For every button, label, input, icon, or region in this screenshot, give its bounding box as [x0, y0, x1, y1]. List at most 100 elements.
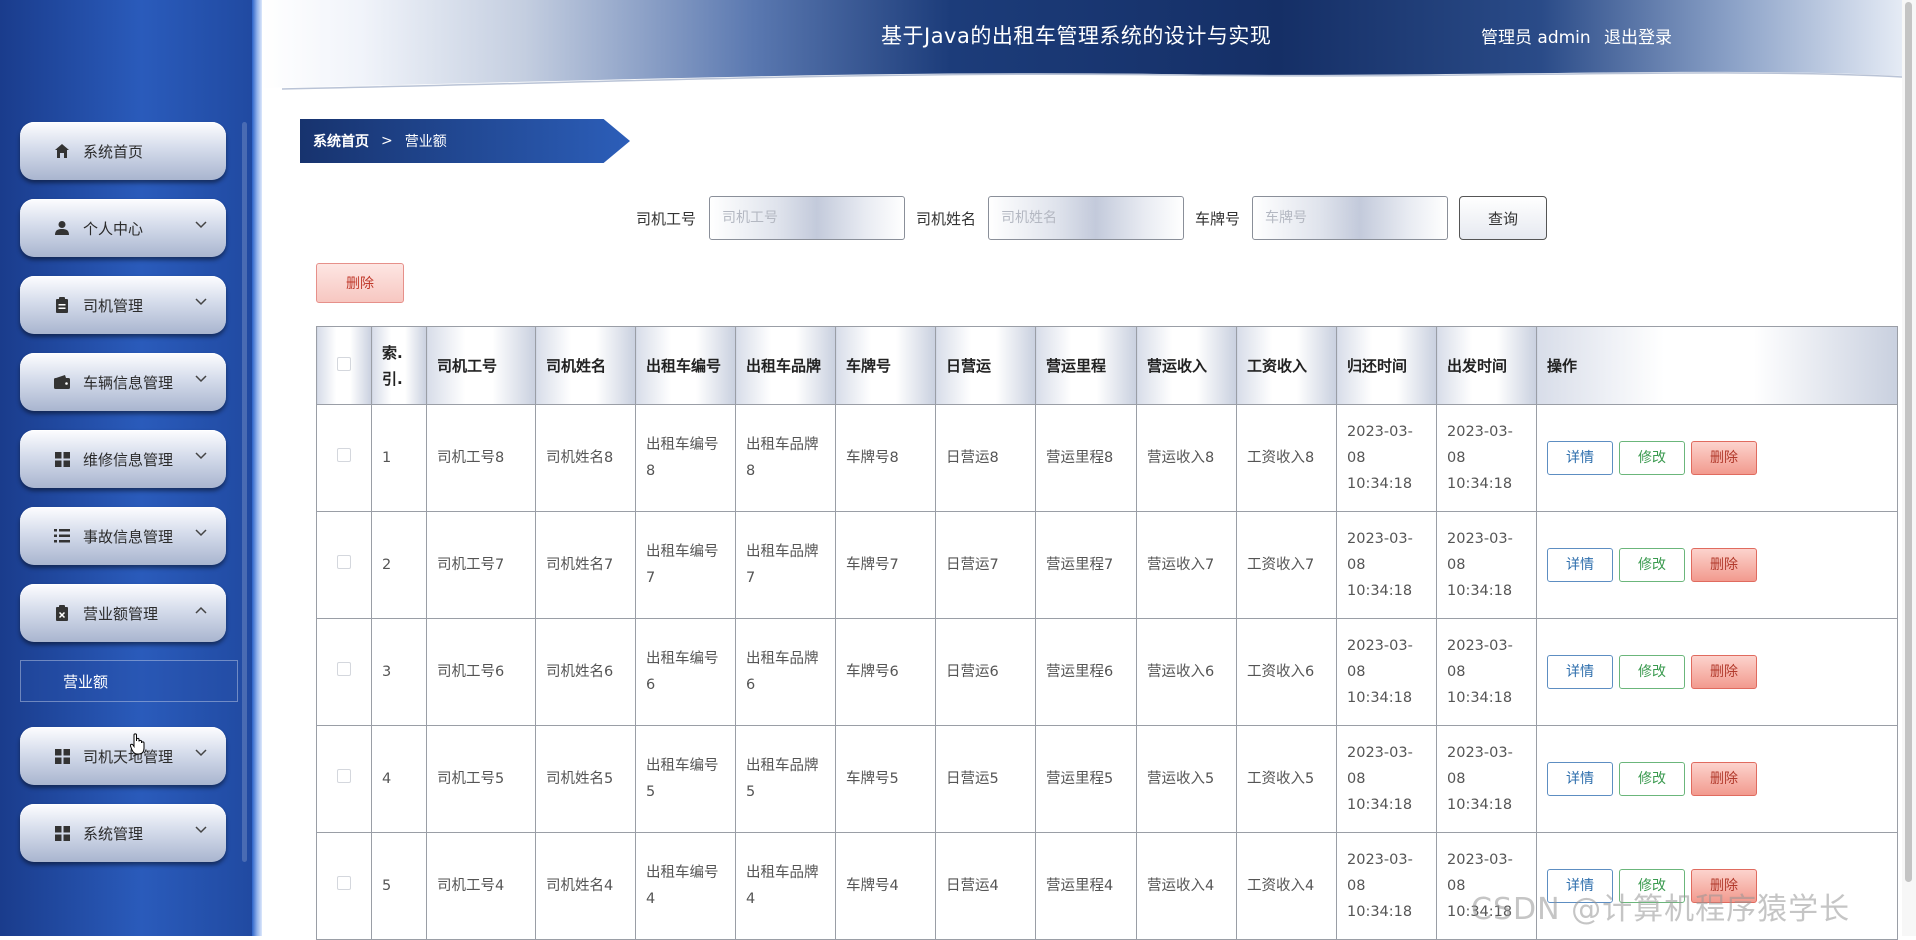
column-header: 出租车品牌 [735, 326, 836, 405]
row-select-cell[interactable] [316, 832, 372, 940]
delete-button[interactable]: 删除 [1691, 548, 1757, 582]
sidebar-item-label: 系统首页 [83, 142, 144, 161]
row-checkbox[interactable] [337, 448, 351, 462]
scrollbar-thumb[interactable] [1905, 2, 1912, 882]
table-cell: 4 [371, 725, 427, 833]
breadcrumb-home[interactable]: 系统首页 [313, 131, 369, 151]
table-cell: 出租车品牌5 [735, 725, 836, 833]
delete-button[interactable]: 删除 [1691, 869, 1757, 903]
row-checkbox[interactable] [337, 876, 351, 890]
sidebar-item-accident-management[interactable]: 事故信息管理 [20, 507, 226, 565]
row-checkbox[interactable] [337, 769, 351, 783]
sidebar-item-personal-center[interactable]: 个人中心 [20, 199, 226, 257]
column-header: 索.引. [371, 326, 427, 405]
table-cell: 日营运6 [935, 618, 1036, 726]
table-cell: 车牌号8 [835, 404, 936, 512]
edit-button[interactable]: 修改 [1619, 441, 1685, 475]
page-scrollbar[interactable] [1902, 0, 1916, 936]
logout-link[interactable]: 退出登录 [1604, 23, 1672, 48]
table-cell: 2023-03-08 10:34:18 [1336, 725, 1437, 833]
table-cell: 车牌号6 [835, 618, 936, 726]
sidebar-item-revenue-management[interactable]: 营业额管理 [20, 584, 226, 642]
row-checkbox[interactable] [337, 662, 351, 676]
column-header: 操作 [1536, 326, 1898, 405]
driver-name-label: 司机姓名 [916, 210, 977, 228]
detail-button[interactable]: 详情 [1547, 441, 1613, 475]
sidebar-item-driver-forum-management[interactable]: 司机天地管理 [20, 727, 226, 785]
column-header: 出租车编号 [635, 326, 736, 405]
grid-icon [53, 450, 71, 468]
column-header: 司机工号 [426, 326, 536, 405]
table-cell: 司机姓名5 [535, 725, 636, 833]
select-all-header[interactable] [316, 326, 372, 405]
table-cell: 出租车品牌4 [735, 832, 836, 940]
sidebar-scrollbar[interactable] [242, 122, 247, 862]
driver-id-input[interactable] [709, 196, 905, 240]
edit-button[interactable]: 修改 [1619, 762, 1685, 796]
table-cell: 日营运5 [935, 725, 1036, 833]
table-cell: 出租车编号8 [635, 404, 736, 512]
clipboard-x-icon [53, 604, 71, 622]
breadcrumb: 系统首页 > 营业额 [300, 119, 630, 163]
row-select-cell[interactable] [316, 404, 372, 512]
column-header: 车牌号 [835, 326, 936, 405]
row-actions: 详情 修改 删除 [1536, 832, 1898, 940]
plate-label: 车牌号 [1195, 210, 1241, 228]
table-cell: 工资收入8 [1236, 404, 1337, 512]
table-cell: 2023-03-08 10:34:18 [1336, 832, 1437, 940]
detail-button[interactable]: 详情 [1547, 869, 1613, 903]
sidebar-item-maintenance-management[interactable]: 维修信息管理 [20, 430, 226, 488]
table-cell: 司机姓名8 [535, 404, 636, 512]
detail-button[interactable]: 详情 [1547, 655, 1613, 689]
driver-name-input[interactable] [988, 196, 1184, 240]
detail-button[interactable]: 详情 [1547, 548, 1613, 582]
delete-button[interactable]: 删除 [1691, 762, 1757, 796]
table-cell: 出租车品牌8 [735, 404, 836, 512]
sidebar-item-home[interactable]: 系统首页 [20, 122, 226, 180]
select-all-checkbox[interactable] [337, 356, 351, 371]
table-cell: 司机工号8 [426, 404, 536, 512]
home-icon [53, 142, 71, 160]
table-cell: 司机姓名7 [535, 511, 636, 619]
row-select-cell[interactable] [316, 511, 372, 619]
column-header: 归还时间 [1336, 326, 1437, 405]
grid-icon [53, 824, 71, 842]
sidebar-subitem-revenue[interactable]: 营业额 [20, 660, 238, 702]
batch-delete-button[interactable]: 删除 [316, 263, 404, 303]
table-cell: 3 [371, 618, 427, 726]
detail-button[interactable]: 详情 [1547, 762, 1613, 796]
table-cell: 营运里程6 [1035, 618, 1137, 726]
delete-button[interactable]: 删除 [1691, 441, 1757, 475]
table-cell: 2023-03-08 10:34:18 [1436, 404, 1537, 512]
query-button[interactable]: 查询 [1459, 196, 1547, 240]
grid-icon [53, 747, 71, 765]
sidebar-item-system-management[interactable]: 系统管理 [20, 804, 226, 862]
table-cell: 出租车编号6 [635, 618, 736, 726]
table-cell: 工资收入6 [1236, 618, 1337, 726]
table-cell: 营运里程5 [1035, 725, 1137, 833]
row-select-cell[interactable] [316, 725, 372, 833]
table-cell: 2023-03-08 10:34:18 [1436, 618, 1537, 726]
edit-button[interactable]: 修改 [1619, 869, 1685, 903]
table-header-row: 索.引. 司机工号 司机姓名 出租车编号 出租车品牌 车牌号 日营运 营运里程 … [316, 326, 1898, 405]
table-cell: 出租车编号5 [635, 725, 736, 833]
edit-button[interactable]: 修改 [1619, 655, 1685, 689]
column-header: 出发时间 [1436, 326, 1537, 405]
chevron-down-icon [194, 823, 208, 837]
plate-input[interactable] [1252, 196, 1448, 240]
column-header: 营运里程 [1035, 326, 1137, 405]
chevron-down-icon [194, 372, 208, 386]
user-icon [53, 219, 71, 237]
sidebar-item-vehicle-management[interactable]: 车辆信息管理 [20, 353, 226, 411]
sidebar-item-driver-management[interactable]: 司机管理 [20, 276, 226, 334]
row-select-cell[interactable] [316, 618, 372, 726]
table-cell: 出租车编号4 [635, 832, 736, 940]
delete-button[interactable]: 删除 [1691, 655, 1757, 689]
table-cell: 营运里程4 [1035, 832, 1137, 940]
table-cell: 车牌号5 [835, 725, 936, 833]
table-cell: 营运里程8 [1035, 404, 1137, 512]
sidebar-item-label: 司机管理 [83, 296, 144, 315]
edit-button[interactable]: 修改 [1619, 548, 1685, 582]
hand-cursor-icon [130, 733, 145, 755]
row-checkbox[interactable] [337, 555, 351, 569]
